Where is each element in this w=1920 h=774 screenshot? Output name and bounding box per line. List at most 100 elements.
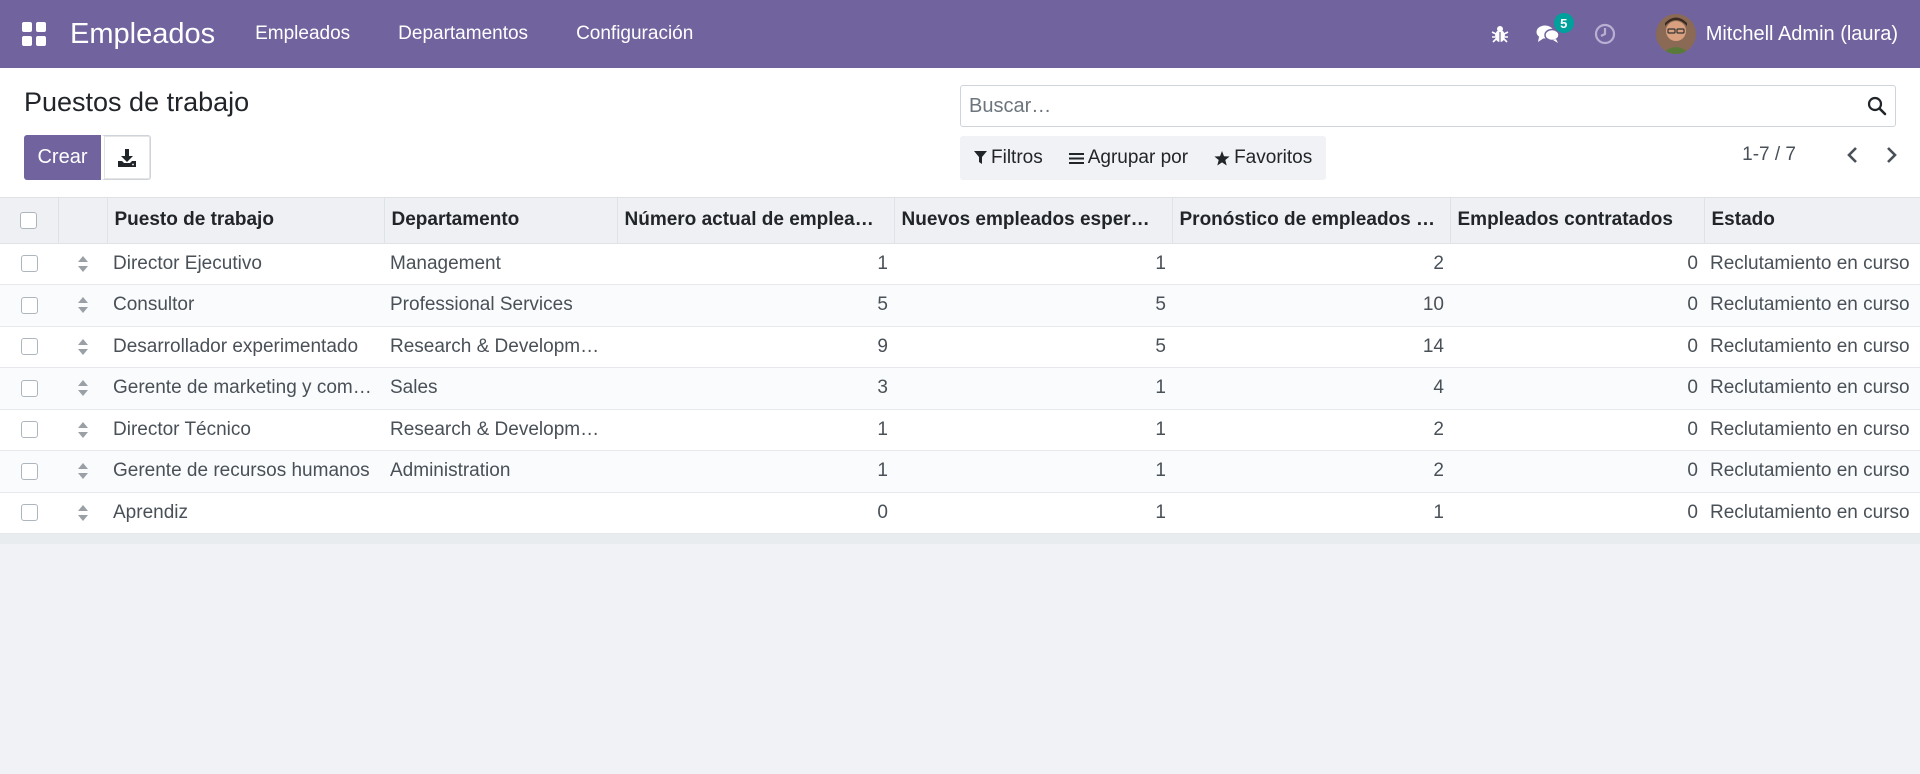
star-icon bbox=[1214, 150, 1230, 165]
row-checkbox[interactable] bbox=[20, 338, 38, 356]
expected-employees-cell: 1 bbox=[894, 367, 1172, 410]
row-handle-cell bbox=[58, 367, 107, 410]
table-row[interactable]: Desarrollador experimentado Research & D… bbox=[0, 326, 1920, 368]
favorites-dropdown[interactable]: Favoritos bbox=[1214, 147, 1312, 169]
filters-dropdown[interactable]: Filtros bbox=[974, 147, 1043, 169]
bug-icon[interactable] bbox=[1490, 24, 1510, 44]
forecast-employees-cell: 10 bbox=[1172, 284, 1450, 327]
department-cell bbox=[384, 492, 617, 534]
clock-icon[interactable] bbox=[1594, 23, 1616, 45]
row-checkbox[interactable] bbox=[20, 379, 38, 397]
select-all-checkbox[interactable] bbox=[20, 211, 38, 229]
row-select-cell bbox=[0, 284, 58, 327]
forecast-employees-cell: 2 bbox=[1172, 450, 1450, 493]
column-header-state[interactable]: Estado bbox=[1704, 198, 1920, 244]
drag-handle-icon[interactable] bbox=[77, 255, 89, 273]
column-header-current-employees[interactable]: Número actual de emplea… bbox=[617, 198, 895, 244]
group-by-label: Agrupar por bbox=[1087, 147, 1189, 168]
forecast-employees-cell: 2 bbox=[1172, 243, 1450, 285]
department-cell: Sales bbox=[384, 367, 617, 410]
hired-employees-cell: 0 bbox=[1450, 492, 1704, 534]
row-checkbox[interactable] bbox=[20, 504, 38, 522]
row-handle-cell bbox=[58, 450, 107, 493]
job-cell: Consultor bbox=[107, 284, 384, 327]
list-icon bbox=[1068, 152, 1084, 164]
list-view: Puesto de trabajo Departamento Número ac… bbox=[0, 198, 1920, 544]
state-cell: Reclutamiento en curso bbox=[1704, 450, 1920, 493]
state-cell: Reclutamiento en curso bbox=[1704, 284, 1920, 327]
hired-employees-cell: 0 bbox=[1450, 367, 1704, 410]
state-cell: Reclutamiento en curso bbox=[1704, 367, 1920, 410]
chevron-left-icon[interactable] bbox=[1846, 146, 1858, 164]
current-employees-cell: 3 bbox=[617, 367, 894, 410]
drag-handle-icon[interactable] bbox=[77, 296, 89, 314]
column-header-forecast-employees[interactable]: Pronóstico de empleados … bbox=[1172, 198, 1451, 244]
row-handle-cell bbox=[58, 492, 107, 534]
current-employees-cell: 0 bbox=[617, 492, 894, 534]
current-employees-cell: 5 bbox=[617, 284, 894, 327]
forecast-employees-cell: 1 bbox=[1172, 492, 1450, 534]
handle-header bbox=[58, 198, 108, 244]
drag-handle-icon[interactable] bbox=[77, 421, 89, 439]
menu-configuracion[interactable]: Configuración bbox=[576, 23, 693, 45]
column-header-department[interactable]: Departamento bbox=[384, 198, 618, 244]
hired-employees-cell: 0 bbox=[1450, 409, 1704, 451]
table-row[interactable]: Consultor Professional Services 5 5 10 0… bbox=[0, 284, 1920, 327]
table-row[interactable]: Gerente de recursos humanos Administrati… bbox=[0, 450, 1920, 493]
drag-handle-icon[interactable] bbox=[77, 379, 89, 397]
search-icon[interactable] bbox=[1867, 96, 1887, 116]
job-cell: Aprendiz bbox=[107, 492, 384, 534]
messages-badge: 5 bbox=[1553, 13, 1574, 33]
search-bar bbox=[960, 85, 1896, 127]
forecast-employees-cell: 4 bbox=[1172, 367, 1450, 410]
drag-handle-icon[interactable] bbox=[77, 504, 89, 522]
row-checkbox[interactable] bbox=[20, 255, 38, 273]
app-title[interactable]: Empleados bbox=[70, 18, 215, 51]
menu-departamentos[interactable]: Departamentos bbox=[398, 23, 528, 45]
table-row[interactable]: Director Técnico Research & Developm… 1 … bbox=[0, 409, 1920, 451]
chevron-right-icon[interactable] bbox=[1886, 146, 1898, 164]
favorites-label: Favoritos bbox=[1234, 147, 1313, 168]
current-employees-cell: 1 bbox=[617, 409, 894, 451]
department-cell: Research & Developm… bbox=[384, 409, 617, 451]
expected-employees-cell: 5 bbox=[894, 326, 1172, 368]
expected-employees-cell: 1 bbox=[894, 492, 1172, 534]
row-handle-cell bbox=[58, 284, 107, 327]
drag-handle-icon[interactable] bbox=[77, 462, 89, 480]
user-name: Mitchell Admin (laura) bbox=[1705, 22, 1898, 45]
apps-grid-icon[interactable] bbox=[22, 22, 46, 46]
row-checkbox[interactable] bbox=[20, 296, 38, 314]
hired-employees-cell: 0 bbox=[1450, 326, 1704, 368]
row-select-cell bbox=[0, 243, 58, 285]
search-input[interactable] bbox=[969, 94, 1867, 118]
row-checkbox[interactable] bbox=[20, 462, 38, 480]
menu-empleados[interactable]: Empleados bbox=[255, 23, 350, 45]
job-cell: Director Ejecutivo bbox=[107, 243, 384, 285]
expected-employees-cell: 1 bbox=[894, 243, 1172, 285]
row-checkbox[interactable] bbox=[20, 421, 38, 439]
table-row[interactable]: Gerente de marketing y com… Sales 3 1 4 … bbox=[0, 367, 1920, 410]
row-handle-cell bbox=[58, 326, 107, 368]
drag-handle-icon[interactable] bbox=[77, 338, 89, 356]
page-title: Puestos de trabajo bbox=[24, 87, 250, 117]
pager-value[interactable]: 1-7 / 7 bbox=[1742, 144, 1796, 166]
table-row[interactable]: Director Ejecutivo Management 1 1 2 0 Re… bbox=[0, 243, 1920, 285]
search-options: Filtros Agrupar por Favoritos bbox=[960, 136, 1327, 180]
column-header-expected-employees[interactable]: Nuevos empleados esper… bbox=[894, 198, 1173, 244]
row-select-cell bbox=[0, 492, 58, 534]
group-by-dropdown[interactable]: Agrupar por bbox=[1068, 147, 1189, 169]
column-header-job[interactable]: Puesto de trabajo bbox=[107, 198, 385, 244]
filters-label: Filtros bbox=[991, 147, 1043, 168]
user-menu[interactable]: Mitchell Admin (laura) bbox=[1655, 14, 1898, 54]
create-button[interactable]: Crear bbox=[24, 135, 101, 180]
download-button[interactable] bbox=[101, 135, 151, 180]
chat-icon[interactable]: 5 bbox=[1536, 13, 1574, 45]
pager: 1-7 / 7 bbox=[1742, 144, 1898, 166]
job-cell: Gerente de marketing y com… bbox=[107, 367, 384, 410]
table-row[interactable]: Aprendiz 0 1 1 0 Reclutamiento en curso bbox=[0, 492, 1920, 534]
current-employees-cell: 9 bbox=[617, 326, 894, 368]
department-cell: Management bbox=[384, 243, 617, 285]
column-header-hired-employees[interactable]: Empleados contratados bbox=[1450, 198, 1705, 244]
select-all-cell bbox=[0, 198, 59, 244]
expected-employees-cell: 5 bbox=[894, 284, 1172, 327]
